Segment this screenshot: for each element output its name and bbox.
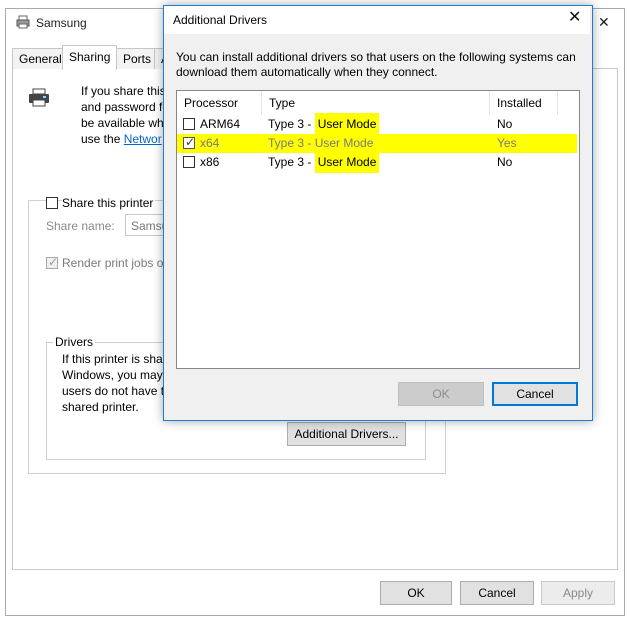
tab-sharing[interactable]: Sharing xyxy=(62,45,118,70)
processor-cell: x64 xyxy=(200,136,220,150)
driver-row-x86[interactable]: x86 Type 3 - User Mode No xyxy=(177,151,577,173)
driver-checkbox[interactable]: ✓ xyxy=(183,135,196,149)
window-title: Samsung xyxy=(36,16,87,30)
driver-row-arm64[interactable]: ARM64 Type 3 - User Mode No xyxy=(177,113,577,135)
drivers-line: users do not have t xyxy=(62,384,165,398)
dialog-ok-button[interactable]: OK xyxy=(398,382,484,406)
share-printer-checkbox[interactable] xyxy=(46,197,58,209)
type-prefix: Type 3 - xyxy=(268,136,315,150)
dialog-title: Additional Drivers xyxy=(173,13,268,27)
driver-checkbox[interactable] xyxy=(183,156,195,168)
installed-cell: No xyxy=(497,155,513,169)
installed-cell: Yes xyxy=(497,136,517,150)
render-print-jobs-checkbox[interactable]: ✓ xyxy=(46,255,59,269)
network-link[interactable]: Networ xyxy=(124,132,162,146)
render-print-jobs-label: Render print jobs o xyxy=(62,256,164,270)
column-header-processor[interactable]: Processor xyxy=(177,91,262,115)
share-name-label: Share name: xyxy=(46,219,115,233)
type-mode: User Mode xyxy=(314,151,380,173)
drivers-line: Windows, you may xyxy=(62,368,163,382)
type-cell: Type 3 - User Mode xyxy=(268,151,380,173)
dialog-description: You can install additional drivers so th… xyxy=(176,50,576,79)
apply-button[interactable]: Apply xyxy=(541,581,615,605)
share-printer-label: Share this printer xyxy=(62,196,156,210)
window-close-icon[interactable]: ✕ xyxy=(598,14,616,31)
type-prefix: Type 3 - xyxy=(268,155,315,169)
processor-cell: x86 xyxy=(200,155,220,169)
checkmark-icon: ✓ xyxy=(185,135,196,149)
driver-checkbox[interactable] xyxy=(183,118,195,130)
type-mode: User Mode xyxy=(314,113,380,135)
column-header-installed[interactable]: Installed xyxy=(490,91,558,115)
column-header-type[interactable]: Type xyxy=(262,91,490,115)
drivers-group-legend: Drivers xyxy=(53,335,95,349)
printer-icon xyxy=(16,15,30,29)
additional-drivers-button[interactable]: Additional Drivers... xyxy=(287,422,406,446)
checkmark-icon: ✓ xyxy=(48,255,59,269)
processor-cell: ARM64 xyxy=(200,117,241,131)
dialog-close-icon[interactable]: ✕ xyxy=(568,10,581,26)
type-mode: User Mode xyxy=(314,136,374,150)
drivers-line: shared printer. xyxy=(62,400,139,414)
intro-prefix: use the xyxy=(81,132,124,146)
tab-general[interactable]: General xyxy=(12,48,69,69)
drivers-line: If this printer is shar xyxy=(62,352,167,366)
drivers-description: If this printer is shar Windows, you may… xyxy=(62,351,172,415)
cancel-button[interactable]: Cancel xyxy=(460,581,534,605)
installed-cell: No xyxy=(497,117,513,131)
ok-button[interactable]: OK xyxy=(380,581,452,605)
type-prefix: Type 3 - xyxy=(268,117,315,131)
dialog-cancel-button[interactable]: Cancel xyxy=(492,382,578,406)
type-cell: Type 3 - User Mode xyxy=(268,113,380,135)
printer-icon xyxy=(29,88,49,107)
tab-ports[interactable]: Ports xyxy=(116,48,159,69)
